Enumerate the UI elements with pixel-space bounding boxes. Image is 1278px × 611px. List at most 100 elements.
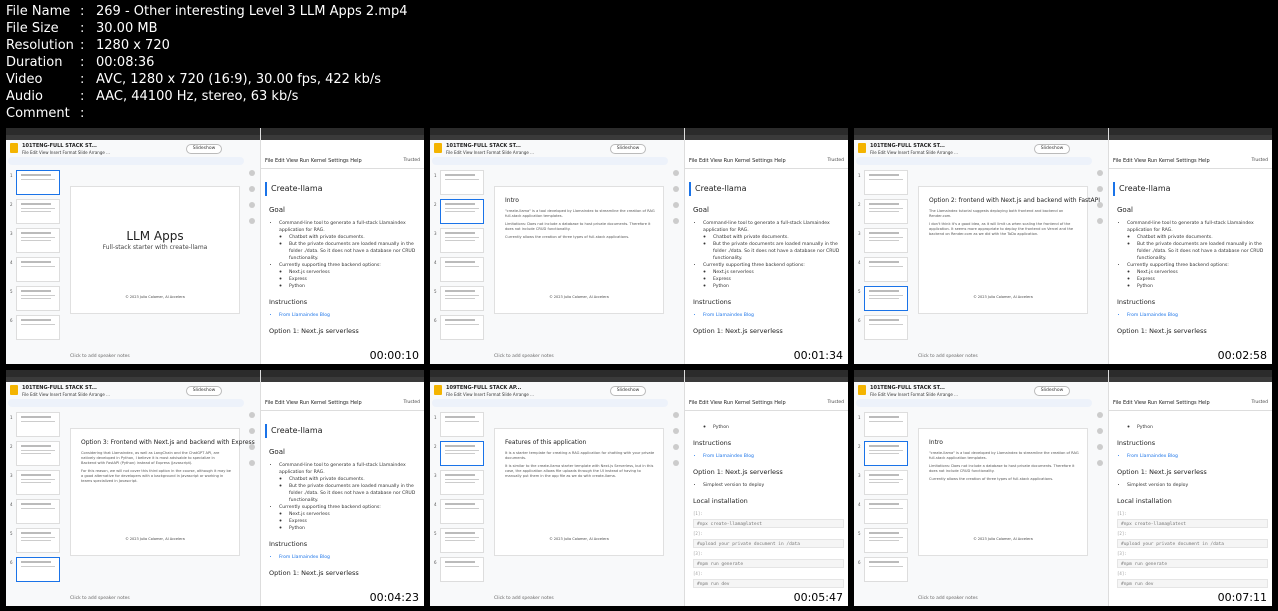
slide-thumbnail[interactable]: 2 <box>10 199 60 224</box>
side-panel-icon[interactable] <box>673 170 679 176</box>
slideshow-button[interactable]: Slideshow <box>1034 144 1070 154</box>
side-panel-icon[interactable] <box>249 170 255 176</box>
slide-thumbnail[interactable]: 2 <box>10 441 60 466</box>
slide-thumbnail[interactable]: 2 <box>858 199 908 224</box>
slideshow-button[interactable]: Slideshow <box>1034 386 1070 396</box>
side-panel-icon[interactable] <box>249 186 255 192</box>
speaker-notes[interactable]: Click to add speaker notes <box>70 596 130 601</box>
jupyter-menu-bar[interactable]: File Edit View Run Kernel Settings Help <box>689 158 786 164</box>
slide-thumbnail[interactable]: 2 <box>434 199 484 224</box>
slide-thumbnail[interactable]: 5 <box>858 286 908 311</box>
blog-link[interactable]: From Llamaindex Blog <box>703 312 844 319</box>
slide-thumbnail[interactable]: 6 <box>858 557 908 582</box>
blog-link[interactable]: From Llamaindex Blog <box>1127 312 1268 319</box>
slide-thumbnail[interactable]: 4 <box>10 499 60 524</box>
code-cell[interactable]: #npm run dev <box>693 579 844 588</box>
slide-thumbnail[interactable]: 4 <box>434 499 484 524</box>
side-panel-icon[interactable] <box>1097 444 1103 450</box>
slide-thumbnail[interactable]: 1 <box>10 170 60 195</box>
slide-canvas[interactable]: Features of this application It is a star… <box>494 428 664 556</box>
slide-thumbnail[interactable]: 2 <box>858 441 908 466</box>
side-panel-icon[interactable] <box>673 460 679 466</box>
slideshow-button[interactable]: Slideshow <box>186 144 222 154</box>
slide-canvas[interactable]: Option 2: frontend with Next.js and back… <box>918 186 1100 314</box>
jupyter-menu-bar[interactable]: File Edit View Run Kernel Settings Help <box>265 400 362 406</box>
slide-canvas[interactable]: LLM Apps Full-stack starter with create-l… <box>70 186 240 314</box>
trusted-indicator: Trusted <box>827 158 844 163</box>
slide-thumbnail[interactable]: 6 <box>10 557 60 582</box>
slide-thumbnail[interactable]: 3 <box>434 470 484 495</box>
blog-link[interactable]: From Llamaindex Blog <box>279 312 420 319</box>
side-panel-icon[interactable] <box>1097 428 1103 434</box>
slide-thumbnail[interactable]: 3 <box>10 228 60 253</box>
slide-thumbnail[interactable]: 3 <box>858 470 908 495</box>
slide-thumbnail[interactable]: 3 <box>434 228 484 253</box>
side-panel-icon[interactable] <box>249 428 255 434</box>
side-panel-icon[interactable] <box>673 444 679 450</box>
slide-thumbnail[interactable]: 1 <box>434 170 484 195</box>
side-panel-icon[interactable] <box>1097 460 1103 466</box>
slideshow-button[interactable]: Slideshow <box>186 386 222 396</box>
speaker-notes[interactable]: Click to add speaker notes <box>494 354 554 359</box>
side-panel-icon[interactable] <box>673 186 679 192</box>
side-panel-icon[interactable] <box>1097 202 1103 208</box>
slide-thumbnail[interactable]: 4 <box>434 257 484 282</box>
slide-canvas[interactable]: Option 3: Frontend with Next.js and back… <box>70 428 255 556</box>
slideshow-button[interactable]: Slideshow <box>610 144 646 154</box>
side-panel-icon[interactable] <box>249 412 255 418</box>
slide-thumbnail[interactable]: 1 <box>858 412 908 437</box>
side-panel-icon[interactable] <box>1097 186 1103 192</box>
speaker-notes[interactable]: Click to add speaker notes <box>494 596 554 601</box>
code-cell[interactable]: #upload your private document in /data <box>1117 539 1268 548</box>
side-panel-icon[interactable] <box>673 428 679 434</box>
code-cell[interactable]: #npx create-llama@latest <box>693 519 844 528</box>
slide-thumbnail[interactable]: 6 <box>434 315 484 340</box>
blog-link[interactable]: From Llamaindex Blog <box>279 554 420 561</box>
slide-thumbnail[interactable]: 4 <box>858 257 908 282</box>
slide-thumbnail[interactable]: 3 <box>10 470 60 495</box>
jupyter-menu-bar[interactable]: File Edit View Run Kernel Settings Help <box>1113 158 1210 164</box>
slide-thumbnail[interactable]: 5 <box>10 528 60 553</box>
code-cell[interactable]: #npm run generate <box>693 559 844 568</box>
side-panel-icon[interactable] <box>1097 170 1103 176</box>
code-cell[interactable]: #upload your private document in /data <box>693 539 844 548</box>
speaker-notes[interactable]: Click to add speaker notes <box>70 354 130 359</box>
jupyter-menu-bar[interactable]: File Edit View Run Kernel Settings Help <box>1113 400 1210 406</box>
slide-thumbnail[interactable]: 5 <box>858 528 908 553</box>
speaker-notes[interactable]: Click to add speaker notes <box>918 354 978 359</box>
jupyter-menu-bar[interactable]: File Edit View Run Kernel Settings Help <box>689 400 786 406</box>
slideshow-button[interactable]: Slideshow <box>610 386 646 396</box>
side-panel-icon[interactable] <box>1097 412 1103 418</box>
slide-thumbnail[interactable]: 6 <box>858 315 908 340</box>
side-panel-icon[interactable] <box>249 218 255 224</box>
slide-thumbnail[interactable]: 1 <box>10 412 60 437</box>
side-panel-icon[interactable] <box>249 444 255 450</box>
side-panel-icon[interactable] <box>673 218 679 224</box>
code-cell[interactable]: #npx create-llama@latest <box>1117 519 1268 528</box>
slide-thumbnail[interactable]: 1 <box>858 170 908 195</box>
slide-canvas[interactable]: Intro "create-llama" is a tool developed … <box>918 428 1088 556</box>
slide-thumbnail[interactable]: 4 <box>10 257 60 282</box>
jupyter-menu-bar[interactable]: File Edit View Run Kernel Settings Help <box>265 158 362 164</box>
frame-timestamp: 00:07:11 <box>1215 591 1269 604</box>
code-cell[interactable]: #npm run generate <box>1117 559 1268 568</box>
slide-thumbnail[interactable]: 2 <box>434 441 484 466</box>
code-cell[interactable]: #npm run dev <box>1117 579 1268 588</box>
slide-thumbnail[interactable]: 6 <box>434 557 484 582</box>
slide-thumbnail[interactable]: 3 <box>858 228 908 253</box>
side-panel-icon[interactable] <box>249 202 255 208</box>
slide-thumbnail[interactable]: 6 <box>10 315 60 340</box>
side-panel-icon[interactable] <box>249 460 255 466</box>
side-panel-icon[interactable] <box>1097 218 1103 224</box>
speaker-notes[interactable]: Click to add speaker notes <box>918 596 978 601</box>
blog-link[interactable]: From Llamaindex Blog <box>1127 453 1268 460</box>
side-panel-icon[interactable] <box>673 412 679 418</box>
slide-thumbnail[interactable]: 4 <box>858 499 908 524</box>
slide-thumbnail[interactable]: 5 <box>434 528 484 553</box>
side-panel-icon[interactable] <box>673 202 679 208</box>
blog-link[interactable]: From Llamaindex Blog <box>703 453 844 460</box>
slide-thumbnail[interactable]: 5 <box>10 286 60 311</box>
slide-canvas[interactable]: Intro "create-llama" is a tool developed … <box>494 186 664 314</box>
slide-thumbnail[interactable]: 1 <box>434 412 484 437</box>
slide-thumbnail[interactable]: 5 <box>434 286 484 311</box>
